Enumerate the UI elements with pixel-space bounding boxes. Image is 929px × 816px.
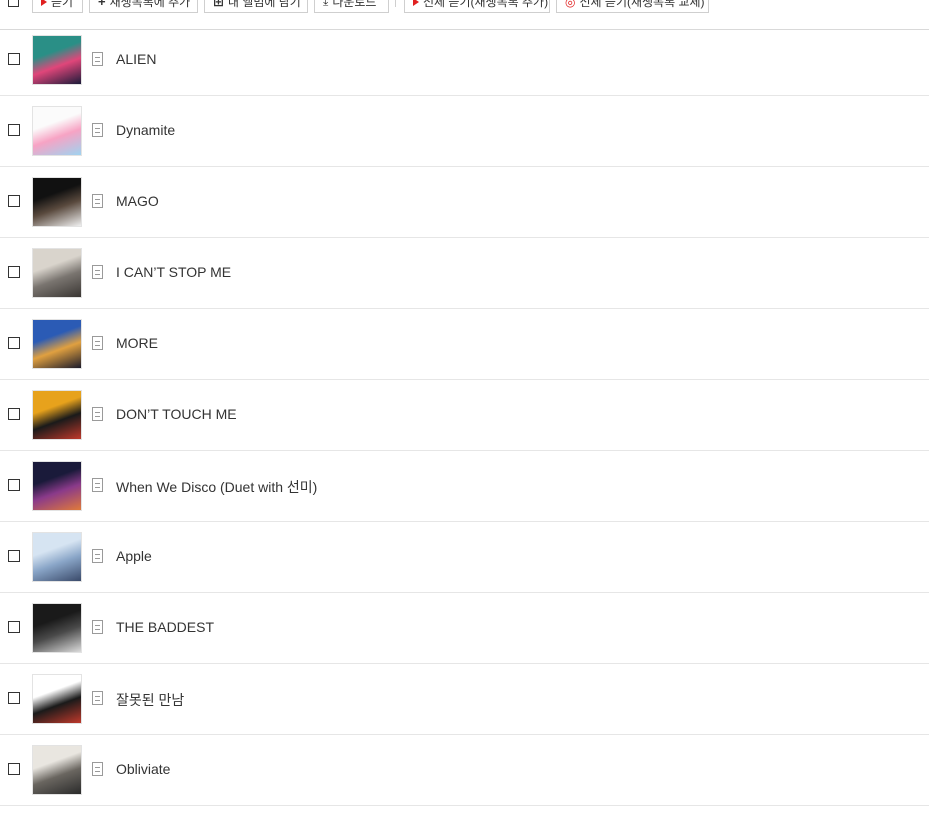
song-title[interactable]: THE BADDEST	[116, 619, 214, 635]
song-title[interactable]: MORE	[116, 335, 158, 351]
album-cover-thumbnail[interactable]	[32, 177, 82, 227]
song-checkbox[interactable]	[8, 763, 20, 775]
lyrics-icon[interactable]	[92, 478, 103, 492]
song-row: Obliviate	[0, 735, 929, 806]
song-checkbox[interactable]	[8, 479, 20, 491]
lyrics-icon[interactable]	[92, 620, 103, 634]
lyrics-icon[interactable]	[92, 336, 103, 350]
album-cover-thumbnail[interactable]	[32, 35, 82, 85]
song-checkbox[interactable]	[8, 195, 20, 207]
play-button[interactable]: 듣기	[32, 0, 83, 13]
add-album-icon: ⊞	[213, 0, 224, 9]
song-list: ALIEN Dynamite MAGO I CAN’T STOP ME MORE DON’…	[0, 25, 929, 806]
lyrics-icon[interactable]	[92, 194, 103, 208]
album-cover-thumbnail[interactable]	[32, 674, 82, 724]
song-checkbox[interactable]	[8, 266, 20, 278]
lyrics-icon[interactable]	[92, 265, 103, 279]
album-cover-thumbnail[interactable]	[32, 603, 82, 653]
song-checkbox[interactable]	[8, 53, 20, 65]
song-checkbox[interactable]	[8, 337, 20, 349]
play-all-add-button[interactable]: 전체 듣기(재생목록 추가)	[404, 0, 550, 13]
song-row: When We Disco (Duet with 선미)	[0, 451, 929, 522]
play-all-add-label: 전체 듣기(재생목록 추가)	[423, 0, 549, 9]
add-to-album-button[interactable]: ⊞ 내 앨범에 담기	[204, 0, 308, 13]
song-title[interactable]: DON’T TOUCH ME	[116, 406, 237, 422]
add-to-playlist-button[interactable]: + 재생목록에 추가	[89, 0, 198, 13]
song-title[interactable]: When We Disco (Duet with 선미)	[116, 477, 317, 497]
album-cover-thumbnail[interactable]	[32, 248, 82, 298]
song-checkbox[interactable]	[8, 692, 20, 704]
song-row: THE BADDEST	[0, 593, 929, 664]
play-all-replace-label: 전체 듣기(재생목록 교체)	[579, 0, 705, 9]
album-cover-thumbnail[interactable]	[32, 532, 82, 582]
song-checkbox[interactable]	[8, 408, 20, 420]
song-checkbox[interactable]	[8, 621, 20, 633]
song-title[interactable]: 잘못된 만남	[116, 690, 184, 710]
song-title[interactable]: Dynamite	[116, 122, 175, 138]
song-row: ALIEN	[0, 25, 929, 96]
album-cover-thumbnail[interactable]	[32, 319, 82, 369]
album-cover-thumbnail[interactable]	[32, 106, 82, 156]
song-title[interactable]: Apple	[116, 548, 152, 564]
song-row: I CAN’T STOP ME	[0, 238, 929, 309]
song-row: DON’T TOUCH ME	[0, 380, 929, 451]
play-icon	[413, 0, 419, 6]
play-all-replace-button[interactable]: ◎ 전체 듣기(재생목록 교체)	[556, 0, 709, 13]
lyrics-icon[interactable]	[92, 762, 103, 776]
song-title[interactable]: ALIEN	[116, 51, 156, 67]
add-to-playlist-label: 재생목록에 추가	[109, 0, 191, 9]
select-all-checkbox[interactable]	[8, 0, 19, 7]
song-row: MORE	[0, 309, 929, 380]
song-checkbox[interactable]	[8, 124, 20, 136]
song-checkbox[interactable]	[8, 550, 20, 562]
song-row: Dynamite	[0, 96, 929, 167]
song-title[interactable]: I CAN’T STOP ME	[116, 264, 231, 280]
song-title[interactable]: Obliviate	[116, 761, 170, 777]
play-button-label: 듣기	[51, 0, 74, 9]
lyrics-icon[interactable]	[92, 407, 103, 421]
toolbar-divider	[395, 0, 396, 7]
album-cover-thumbnail[interactable]	[32, 461, 82, 511]
lyrics-icon[interactable]	[92, 52, 103, 66]
download-label: 다운로드	[332, 0, 377, 9]
song-title[interactable]: MAGO	[116, 193, 159, 209]
plus-icon: +	[98, 0, 106, 9]
lyrics-icon[interactable]	[92, 123, 103, 137]
replace-play-icon: ◎	[565, 0, 576, 9]
download-icon: ⤓	[323, 0, 329, 8]
lyrics-icon[interactable]	[92, 549, 103, 563]
add-to-album-label: 내 앨범에 담기	[227, 0, 301, 9]
play-icon	[41, 0, 47, 6]
download-button[interactable]: ⤓ 다운로드	[314, 0, 389, 13]
album-cover-thumbnail[interactable]	[32, 390, 82, 440]
lyrics-icon[interactable]	[92, 691, 103, 705]
album-cover-thumbnail[interactable]	[32, 745, 82, 795]
song-row: 잘못된 만남	[0, 664, 929, 735]
song-row: MAGO	[0, 167, 929, 238]
song-row: Apple	[0, 522, 929, 593]
